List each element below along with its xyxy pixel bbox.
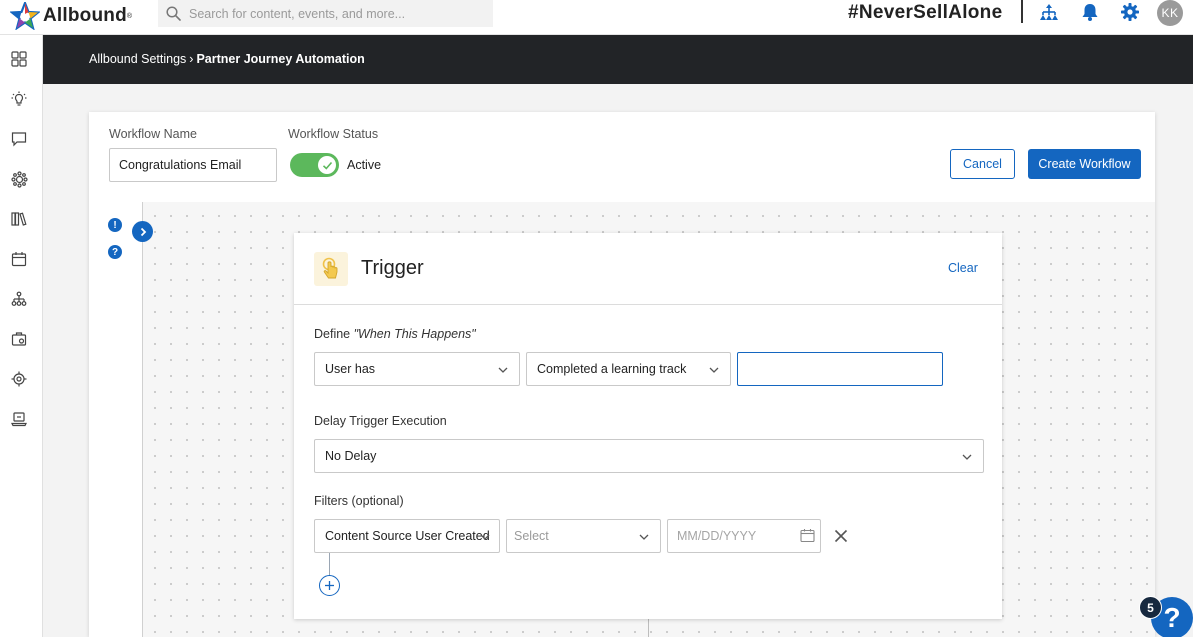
breadcrumb-separator: ›	[189, 52, 194, 66]
search-icon	[166, 6, 181, 21]
chevron-down-icon	[480, 534, 490, 540]
chat-icon[interactable]	[10, 130, 28, 148]
define-label: Define "When This Happens"	[314, 327, 476, 341]
partners-icon[interactable]	[10, 170, 28, 188]
help-circle-icon[interactable]: ?	[108, 245, 122, 259]
trigger-badge	[314, 252, 348, 286]
filter-date-input[interactable]	[667, 519, 821, 553]
filter-connector-line	[329, 553, 330, 576]
alert-icon[interactable]: !	[108, 218, 122, 232]
condition-value-input[interactable]	[737, 352, 943, 386]
chevron-right-icon	[140, 227, 146, 236]
hierarchy-icon[interactable]	[10, 290, 28, 308]
delay-label: Delay Trigger Execution	[314, 414, 447, 428]
global-search[interactable]	[158, 0, 493, 27]
calendar-icon[interactable]	[10, 250, 28, 268]
close-icon[interactable]	[833, 528, 849, 544]
brand-logo[interactable]: Allbound ®	[10, 2, 132, 30]
pointer-hand-icon	[322, 257, 338, 279]
registered-mark: ®	[126, 12, 133, 20]
workflow-status-toggle[interactable]	[290, 153, 339, 177]
expand-panel-button[interactable]	[132, 221, 153, 242]
trigger-title: Trigger	[361, 257, 424, 279]
target-icon[interactable]	[10, 370, 28, 388]
condition-action-select[interactable]: Completed a learning track	[526, 352, 731, 386]
breadcrumb-current: Partner Journey Automation	[196, 52, 365, 66]
delay-value: No Delay	[325, 449, 377, 463]
define-quote: "When This Happens"	[353, 327, 476, 341]
search-input[interactable]	[189, 6, 479, 21]
filter-field-value: Content Source User Created	[325, 529, 490, 543]
topbar-divider	[1021, 0, 1023, 23]
library-icon[interactable]	[10, 210, 28, 228]
workflow-status-value: Active	[347, 158, 382, 172]
workflow-name-label: Workflow Name	[109, 127, 197, 141]
calendar-icon[interactable]	[800, 528, 815, 543]
lightbulb-icon[interactable]	[10, 90, 28, 108]
clear-link[interactable]: Clear	[948, 261, 978, 275]
define-prefix: Define	[314, 327, 354, 341]
star-logo-icon	[10, 2, 40, 30]
help-badge-count: 5	[1139, 596, 1162, 619]
condition-action-value: Completed a learning track	[537, 362, 687, 376]
breadcrumb-parent-link[interactable]: Allbound Settings	[89, 52, 186, 66]
filter-operator-select[interactable]: Select	[506, 519, 661, 553]
chevron-down-icon	[639, 534, 649, 540]
sidebar-nav	[0, 35, 43, 637]
avatar[interactable]: KK	[1157, 0, 1183, 26]
chevron-down-icon	[962, 454, 972, 460]
dashboard-icon[interactable]	[10, 50, 28, 68]
top-bar: Allbound® #NeverSellAlone	[0, 0, 1193, 35]
condition-subject-select[interactable]: User has	[314, 352, 520, 386]
filter-field-select[interactable]: Content Source User Created	[314, 519, 500, 553]
chevron-down-icon	[709, 367, 719, 373]
briefcase-icon[interactable]	[10, 330, 28, 348]
filters-label: Filters (optional)	[314, 494, 404, 508]
workflow-status-label: Workflow Status	[288, 127, 379, 141]
hashtag-slogan: #NeverSellAlone	[848, 2, 1003, 23]
plus-icon	[325, 581, 334, 590]
delay-select[interactable]: No Delay	[314, 439, 984, 473]
brand-name: Allbound	[43, 5, 127, 26]
laptop-icon[interactable]	[10, 410, 28, 428]
add-filter-button[interactable]	[319, 575, 340, 596]
gear-icon[interactable]	[1119, 1, 1141, 23]
condition-subject-value: User has	[325, 362, 376, 376]
bell-icon[interactable]	[1079, 1, 1101, 23]
checkmark-icon	[322, 161, 332, 170]
workflow-name-input[interactable]	[109, 148, 277, 182]
toggle-knob	[318, 156, 336, 174]
filter-operator-placeholder: Select	[514, 529, 549, 543]
canvas-connector-line	[648, 619, 649, 637]
cancel-button[interactable]: Cancel	[950, 149, 1015, 179]
create-workflow-button[interactable]: Create Workflow	[1028, 149, 1141, 179]
breadcrumb: Allbound Settings › Partner Journey Automa…	[89, 52, 365, 66]
chevron-down-icon	[498, 367, 508, 373]
org-chart-icon[interactable]	[1038, 1, 1060, 23]
